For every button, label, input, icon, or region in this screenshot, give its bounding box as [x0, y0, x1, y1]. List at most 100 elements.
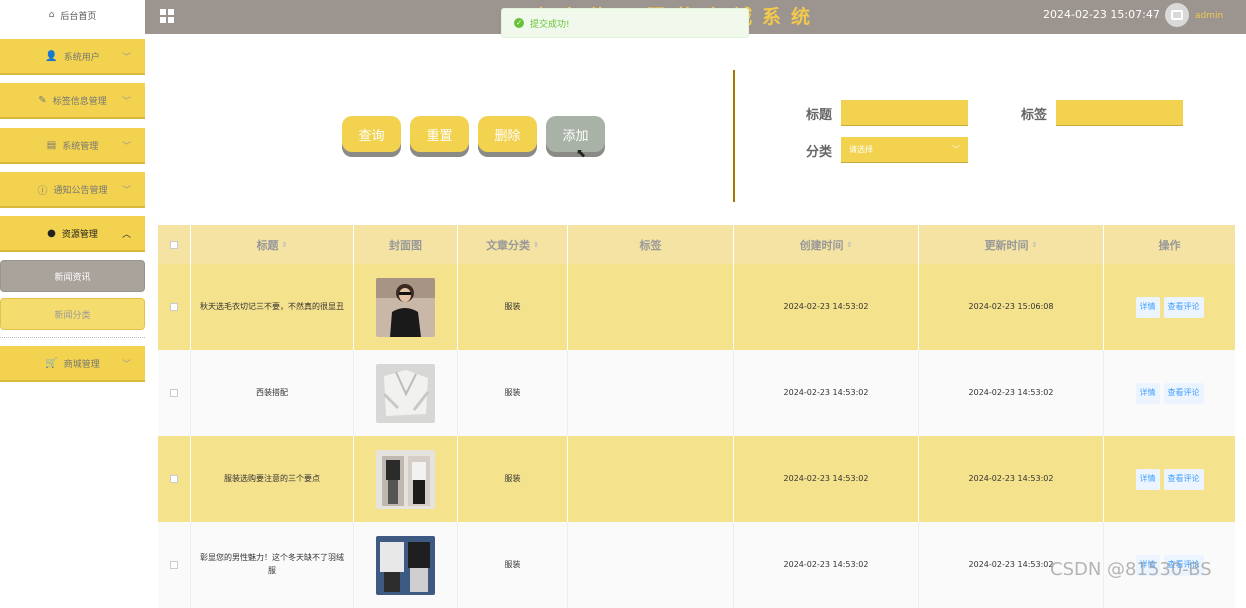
view-comments-button[interactable]: 查看评论	[1163, 296, 1204, 318]
table-row[interactable]: 西装搭配 服装 2024-02-23 14:53:02 2024-02-23 1…	[158, 350, 1235, 436]
chevron-down-icon: ﹀	[121, 186, 131, 196]
row-checkbox[interactable]	[170, 561, 178, 569]
row-checkbox[interactable]	[170, 389, 178, 397]
mouse-cursor-icon: ⬉	[576, 146, 587, 160]
sidebar-item-notice[interactable]: ⓘ 通知公告管理 ﹀	[0, 172, 145, 208]
sort-icon[interactable]: ⇕	[1032, 241, 1038, 249]
sort-icon[interactable]: ⇕	[847, 241, 853, 249]
cover-image[interactable]	[376, 535, 435, 595]
column-header-actions: 操作	[1104, 225, 1235, 264]
select-all-checkbox[interactable]	[170, 240, 178, 249]
column-header-label: 更新时间	[984, 238, 1029, 252]
category-select-placeholder: 请选择	[849, 145, 873, 154]
reset-button[interactable]: 重置	[410, 116, 469, 152]
menu-grid-icon[interactable]	[160, 9, 174, 23]
query-button[interactable]: 查询	[342, 116, 401, 152]
title-input[interactable]	[841, 100, 968, 126]
actions-cell: 详情 查看评论	[1104, 436, 1235, 522]
row-checkbox[interactable]	[170, 475, 178, 483]
success-toast: ✓ 提交成功!	[501, 8, 749, 38]
sidebar-item-label: 通知公告管理	[53, 185, 108, 196]
table-row[interactable]: 服装选购要注意的三个要点 服装 2024-02-23 14:53:02 2024…	[158, 436, 1235, 522]
sidebar: ⌂ 后台首页 👤 系统用户 ﹀ ✎ 标签信息管理 ﹀ ▤ 系统管理 ﹀ ⓘ 通知…	[0, 0, 145, 589]
info-icon: ⓘ	[37, 185, 48, 197]
detail-button[interactable]: 详情	[1135, 382, 1160, 404]
column-header-created[interactable]: 创建时间 ⇕	[734, 225, 919, 264]
sidebar-subitem-label: 新闻分类	[54, 310, 91, 321]
tag-input[interactable]	[1056, 100, 1183, 126]
category-cell: 服装	[458, 264, 568, 350]
sort-icon[interactable]: ⇕	[282, 241, 288, 249]
sidebar-subitem-news[interactable]: 新闻资讯	[0, 260, 145, 292]
column-header-label: 创建时间	[799, 238, 844, 252]
sidebar-home[interactable]: ⌂ 后台首页	[0, 0, 145, 30]
avatar[interactable]	[1165, 3, 1189, 27]
tag-cell	[568, 522, 734, 608]
chevron-up-icon: ︿	[121, 230, 131, 240]
chevron-down-icon: ﹀	[121, 142, 131, 152]
row-select-cell	[158, 350, 191, 436]
column-header-cover: 封面图	[354, 225, 458, 264]
title-cell: 彰显您的男性魅力！这个冬天缺不了羽绒服	[191, 522, 354, 608]
column-header-label: 文章分类	[486, 238, 531, 252]
column-header-updated[interactable]: 更新时间 ⇕	[919, 225, 1104, 264]
sidebar-item-system[interactable]: ▤ 系统管理 ﹀	[0, 128, 145, 164]
cover-cell	[354, 264, 458, 350]
category-cell: 服装	[458, 522, 568, 608]
created-cell: 2024-02-23 14:53:02	[734, 350, 919, 436]
cover-image[interactable]	[376, 449, 435, 509]
detail-button[interactable]: 详情	[1135, 296, 1160, 318]
created-cell: 2024-02-23 14:53:02	[734, 436, 919, 522]
check-icon: ✓	[514, 18, 524, 28]
category-filter-label: 分类	[806, 145, 833, 160]
sidebar-item-resources[interactable]: ● 资源管理 ︿	[0, 216, 145, 252]
category-select[interactable]: 请选择 ﹀	[841, 137, 968, 163]
created-cell: 2024-02-23 14:53:02	[734, 522, 919, 608]
column-header-label: 标签	[639, 238, 662, 252]
view-comments-button[interactable]: 查看评论	[1163, 382, 1204, 404]
tag-cell	[568, 264, 734, 350]
delete-button[interactable]: 删除	[478, 116, 537, 152]
divider	[733, 70, 735, 202]
column-header-title[interactable]: 标题 ⇕	[191, 225, 354, 264]
row-checkbox[interactable]	[170, 303, 178, 311]
detail-button[interactable]: 详情	[1135, 468, 1160, 490]
view-comments-button[interactable]: 查看评论	[1163, 468, 1204, 490]
created-cell: 2024-02-23 14:53:02	[734, 264, 919, 350]
row-select-cell	[158, 264, 191, 350]
sidebar-item-users[interactable]: 👤 系统用户 ﹀	[0, 39, 145, 75]
tag-filter-label: 标签	[1021, 108, 1048, 123]
edit-icon: ✎	[38, 94, 47, 106]
username[interactable]: admin	[1195, 11, 1223, 21]
sidebar-item-label: 系统管理	[62, 141, 99, 152]
table-row[interactable]: 秋天选毛衣切记三不要，不然真的很显丑 服装 2024-02-23 14:53:0…	[158, 264, 1235, 350]
cover-image[interactable]	[376, 277, 435, 337]
tag-cell	[568, 436, 734, 522]
user-icon: 👤	[45, 50, 58, 62]
chevron-down-icon: ﹀	[121, 97, 131, 107]
sort-icon[interactable]: ⇕	[533, 241, 539, 249]
cart-icon: 🛒	[45, 357, 58, 369]
sidebar-subitem-news-category[interactable]: 新闻分类	[0, 298, 145, 330]
home-icon: ⌂	[48, 10, 55, 20]
updated-cell: 2024-02-23 14:53:02	[919, 350, 1104, 436]
column-header-label: 封面图	[389, 238, 422, 252]
title-filter-label: 标题	[806, 108, 833, 123]
title-cell: 西装搭配	[191, 350, 354, 436]
row-select-cell	[158, 522, 191, 608]
chart-icon: ▤	[46, 139, 57, 151]
watermark: CSDN @81530-BS	[1050, 559, 1212, 580]
column-header-tag: 标签	[568, 225, 734, 264]
image-icon	[1171, 10, 1183, 20]
column-header-category[interactable]: 文章分类 ⇕	[458, 225, 568, 264]
category-cell: 服装	[458, 436, 568, 522]
cover-cell	[354, 436, 458, 522]
title-cell: 服装选购要注意的三个要点	[191, 436, 354, 522]
cover-image[interactable]	[376, 363, 435, 423]
cover-cell	[354, 522, 458, 608]
sidebar-item-tags[interactable]: ✎ 标签信息管理 ﹀	[0, 83, 145, 119]
cover-cell	[354, 350, 458, 436]
sidebar-home-label: 后台首页	[60, 11, 97, 22]
sidebar-item-mall[interactable]: 🛒 商城管理 ﹀	[0, 346, 145, 382]
updated-cell: 2024-02-23 14:53:02	[919, 436, 1104, 522]
